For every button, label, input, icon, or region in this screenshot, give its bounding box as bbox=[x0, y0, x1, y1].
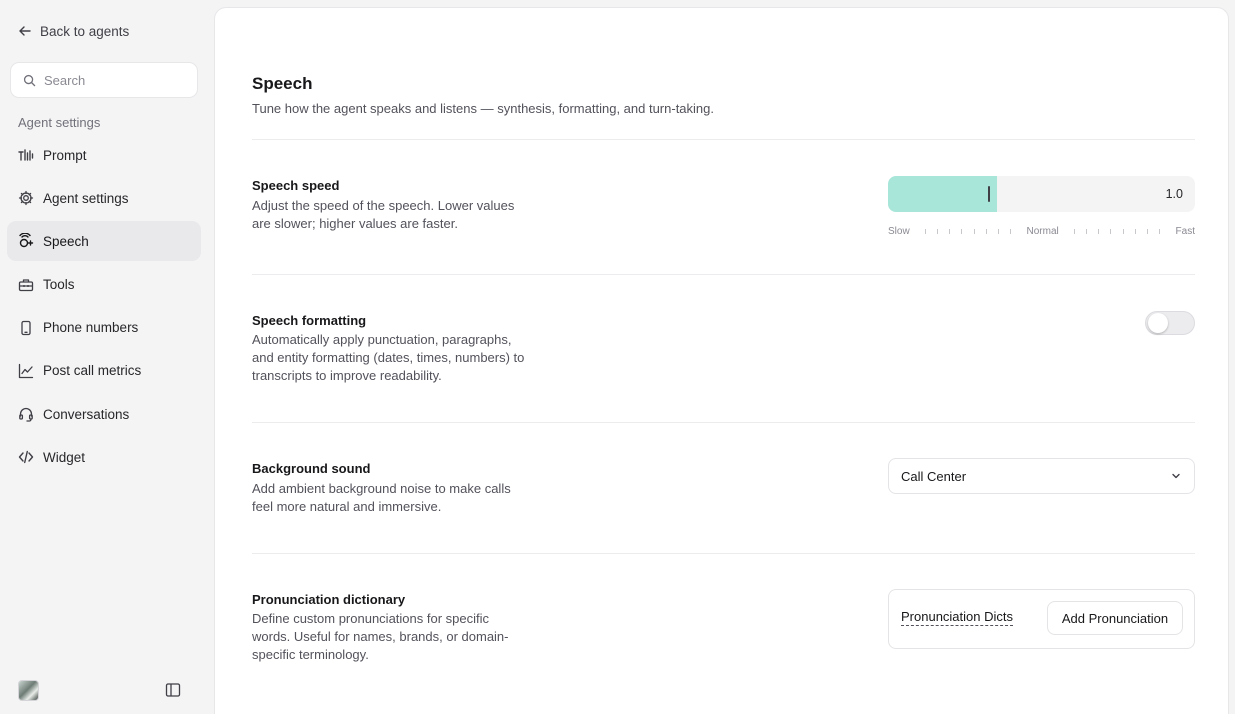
search-input[interactable] bbox=[44, 72, 194, 88]
sidebar-item-post-call-metrics[interactable]: Post call metrics bbox=[7, 351, 201, 391]
sidebar-item-label: Widget bbox=[43, 449, 86, 465]
avatar[interactable] bbox=[18, 680, 39, 701]
pronunciation-dicts-tab[interactable]: Pronunciation Dicts bbox=[901, 609, 1013, 626]
slider-handle[interactable] bbox=[988, 186, 990, 202]
divider bbox=[252, 553, 1195, 554]
search-icon bbox=[23, 74, 36, 86]
slider-fill bbox=[888, 176, 997, 212]
speech-formatting-title: Speech formatting bbox=[252, 313, 367, 328]
background-sound-description: Add ambient background noise to make cal… bbox=[252, 481, 511, 514]
divider bbox=[252, 274, 1195, 275]
sidebar: Back to agents Agent settings Prompt Age… bbox=[0, 0, 214, 714]
scale-fast-label: Fast bbox=[1175, 225, 1195, 237]
sidebar-item-label: Speech bbox=[43, 233, 89, 249]
sidebar-item-widget[interactable]: Widget bbox=[7, 437, 201, 477]
search-box[interactable] bbox=[10, 62, 198, 98]
chart-line-icon bbox=[18, 363, 34, 379]
phone-icon bbox=[21, 320, 31, 335]
page-subtitle: Tune how the agent speaks and listens — … bbox=[252, 101, 714, 116]
sidebar-item-label: Conversations bbox=[43, 406, 130, 422]
sidebar-item-label: Post call metrics bbox=[43, 363, 142, 379]
background-sound-title: Background sound bbox=[252, 461, 371, 476]
sidebar-item-prompt[interactable]: Prompt bbox=[7, 135, 201, 175]
sidebar-item-speech[interactable]: Speech bbox=[7, 221, 201, 262]
pronunciation-panel: Pronunciation Dicts Add Pronunciation bbox=[888, 589, 1195, 649]
speech-icon bbox=[19, 233, 34, 248]
speech-formatting-toggle[interactable] bbox=[1145, 311, 1195, 335]
scale-ticks-right bbox=[1059, 228, 1176, 234]
scale-slow-label: Slow bbox=[888, 225, 910, 237]
speech-speed-description: Adjust the speed of the speech. Lower va… bbox=[252, 198, 515, 231]
gear-icon bbox=[18, 191, 34, 206]
scale-ticks-left bbox=[910, 228, 1027, 234]
speech-speed-title: Speech speed bbox=[252, 178, 340, 193]
divider bbox=[252, 139, 1195, 140]
speed-scale: Slow Normal Fast bbox=[888, 224, 1195, 238]
sidebar-item-label: Phone numbers bbox=[43, 320, 139, 336]
toggle-knob bbox=[1148, 313, 1168, 333]
sidebar-item-conversations[interactable]: Conversations bbox=[7, 394, 201, 434]
pronunciation-title: Pronunciation dictionary bbox=[252, 592, 406, 607]
sidebar-item-label: Agent settings bbox=[43, 190, 129, 206]
sidebar-item-label: Tools bbox=[43, 277, 75, 293]
sidebar-item-label: Prompt bbox=[43, 147, 87, 163]
section-label: Agent settings bbox=[18, 115, 101, 130]
back-label: Back to agents bbox=[40, 23, 130, 39]
add-pronunciation-button[interactable]: Add Pronunciation bbox=[1047, 601, 1183, 635]
page-title: Speech bbox=[252, 74, 313, 93]
chevron-down-icon bbox=[1172, 473, 1180, 479]
toolbox-icon bbox=[18, 278, 34, 291]
speech-speed-value: 1.0 bbox=[1165, 187, 1183, 201]
background-sound-value: Call Center bbox=[901, 468, 967, 484]
sidebar-item-tools[interactable]: Tools bbox=[7, 265, 201, 305]
sidebar-item-agent-settings[interactable]: Agent settings bbox=[7, 178, 201, 218]
back-to-agents-link[interactable]: Back to agents bbox=[18, 22, 129, 40]
waveform-icon bbox=[18, 149, 34, 161]
headset-icon bbox=[19, 408, 33, 422]
pronunciation-description: Define custom pronunciations for specifi… bbox=[252, 611, 509, 662]
sidebar-toggle-icon[interactable] bbox=[165, 682, 181, 698]
divider bbox=[252, 422, 1195, 423]
main-panel: Speech Tune how the agent speaks and lis… bbox=[214, 7, 1229, 714]
arrow-left-icon bbox=[19, 26, 31, 36]
scale-normal-label: Normal bbox=[1026, 225, 1059, 237]
speech-speed-slider[interactable]: 1.0 bbox=[888, 176, 1195, 212]
code-icon bbox=[18, 451, 34, 464]
background-sound-select[interactable]: Call Center bbox=[888, 458, 1195, 494]
sidebar-item-phone-numbers[interactable]: Phone numbers bbox=[7, 308, 201, 348]
sidebar-nav: Prompt Agent settings Speech Tools Phone… bbox=[7, 135, 201, 481]
speech-formatting-description: Automatically apply punctuation, paragra… bbox=[252, 332, 525, 383]
